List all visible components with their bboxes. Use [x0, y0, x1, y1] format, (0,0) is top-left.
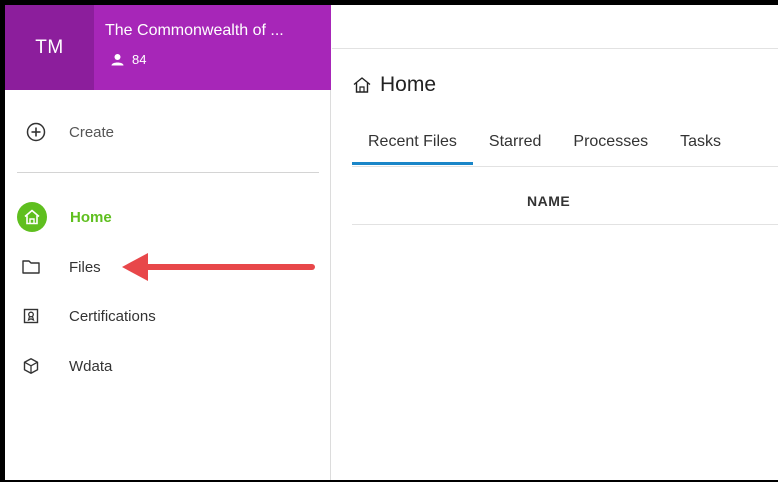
tabs-divider — [352, 166, 778, 167]
sidebar-item-label: Wdata — [69, 357, 113, 375]
sidebar-item-certifications[interactable]: Certifications — [17, 296, 317, 336]
tab-label: Recent Files — [368, 133, 457, 150]
create-button[interactable]: Create — [25, 121, 114, 143]
certificate-icon — [17, 302, 45, 330]
tab-label: Processes — [573, 133, 649, 150]
org-name: The Commonwealth of ... — [105, 22, 284, 39]
column-header-name[interactable]: NAME — [527, 193, 570, 209]
tab-label: Starred — [488, 133, 542, 150]
main-content: Home Recent Files Starred Processes Task… — [332, 5, 778, 480]
user-icon — [111, 53, 124, 65]
tab-recent-files[interactable]: Recent Files — [352, 133, 473, 165]
create-label: Create — [69, 123, 115, 141]
app-window: TM The Commonwealth of ... 84 Create Hom… — [5, 5, 778, 480]
tab-tasks[interactable]: Tasks — [664, 133, 737, 165]
plus-circle-icon — [25, 121, 47, 143]
org-initials: TM — [35, 36, 64, 58]
sidebar-item-home[interactable]: Home — [17, 197, 317, 237]
table-header: NAME — [352, 189, 778, 225]
tab-processes[interactable]: Processes — [557, 133, 664, 165]
tab-label: Tasks — [680, 133, 721, 150]
sidebar-item-files[interactable]: Files — [17, 247, 317, 287]
home-icon — [353, 77, 371, 93]
member-count: 84 — [132, 51, 147, 67]
folder-icon — [17, 253, 45, 281]
page-title: Home — [352, 71, 436, 99]
tab-bar: Recent Files Starred Processes Tasks — [352, 133, 737, 165]
org-member-count: 84 — [111, 51, 146, 67]
sidebar-item-label: Certifications — [69, 307, 156, 325]
org-header[interactable]: TM The Commonwealth of ... 84 — [5, 5, 331, 90]
org-avatar[interactable]: TM — [5, 5, 94, 90]
sidebar-item-wdata[interactable]: Wdata — [17, 346, 317, 386]
top-bar — [332, 5, 778, 49]
home-icon — [17, 202, 47, 232]
page-title-text: Home — [380, 73, 437, 96]
sidebar-item-label: Files — [69, 258, 101, 276]
cube-icon — [17, 352, 45, 380]
sidebar-divider — [17, 172, 319, 173]
sidebar-item-label: Home — [70, 208, 112, 226]
sidebar: TM The Commonwealth of ... 84 Create Hom… — [5, 5, 331, 480]
tab-starred[interactable]: Starred — [473, 133, 557, 165]
